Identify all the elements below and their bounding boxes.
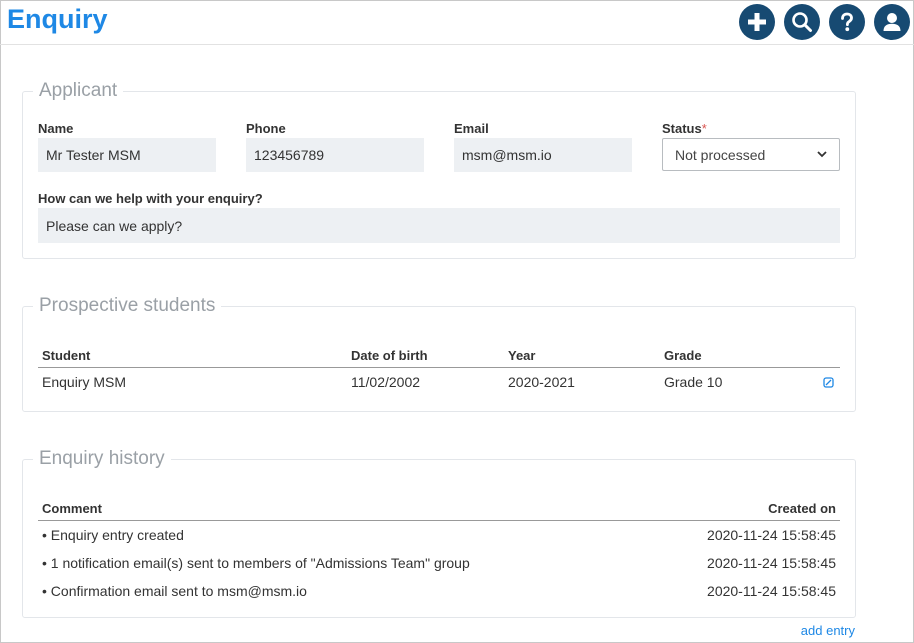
page-title: Enquiry	[7, 4, 108, 34]
status-select[interactable]: Not processed	[662, 138, 840, 171]
help-icon	[841, 12, 853, 32]
history-created-on: 2020-11-24 15:58:45	[707, 555, 836, 571]
required-marker: *	[701, 121, 707, 136]
history-comment: • Confirmation email sent to msm@msm.io	[42, 583, 307, 599]
email-field[interactable]: msm@msm.io	[454, 138, 632, 172]
top-bar: Enquiry	[0, 0, 914, 45]
enquiry-history-title: Enquiry history	[39, 448, 165, 469]
student-name: Enquiry MSM	[42, 374, 127, 390]
name-field[interactable]: Mr Tester MSM	[38, 138, 216, 172]
phone-field[interactable]: 123456789	[246, 138, 424, 172]
column-header-student: Student	[42, 348, 91, 363]
students-header-divider	[38, 367, 840, 368]
help-field[interactable]: Please can we apply?	[38, 208, 840, 243]
prospective-students-title: Prospective students	[39, 295, 216, 316]
column-header-year: Year	[508, 348, 536, 363]
applicant-section-title: Applicant	[39, 80, 118, 101]
student-year: 2020-2021	[508, 374, 575, 390]
student-grade: Grade 10	[664, 374, 723, 390]
column-header-comment: Comment	[42, 501, 102, 516]
user-button[interactable]	[874, 4, 910, 40]
add-icon	[748, 13, 766, 31]
name-label: Name	[38, 121, 74, 136]
history-created-on: 2020-11-24 15:58:45	[707, 583, 836, 599]
status-select-value: Not processed	[675, 146, 766, 163]
history-comment: • 1 notification email(s) sent to member…	[42, 555, 470, 571]
student-dob: 11/02/2002	[351, 374, 421, 390]
email-label: Email	[454, 121, 489, 136]
edit-icon[interactable]	[823, 377, 834, 388]
status-label-text: Status	[662, 121, 702, 136]
search-icon	[792, 12, 812, 32]
prospective-students-section: Prospective students	[22, 295, 856, 412]
history-header-divider	[38, 520, 840, 521]
history-comment: • Enquiry entry created	[42, 527, 184, 543]
history-created-on: 2020-11-24 15:58:45	[707, 527, 836, 543]
help-label: How can we help with your enquiry?	[38, 191, 263, 206]
search-button[interactable]	[784, 4, 820, 40]
chevron-down-icon	[817, 151, 827, 158]
column-header-created-on: Created on	[768, 501, 836, 516]
status-label: Status*	[662, 121, 707, 136]
add-entry-link[interactable]: add entry	[801, 623, 855, 638]
add-button[interactable]	[739, 4, 775, 40]
user-icon	[883, 13, 901, 31]
help-button[interactable]	[829, 4, 865, 40]
column-header-dob: Date of birth	[351, 348, 428, 363]
phone-label: Phone	[246, 121, 286, 136]
column-header-grade: Grade	[664, 348, 702, 363]
